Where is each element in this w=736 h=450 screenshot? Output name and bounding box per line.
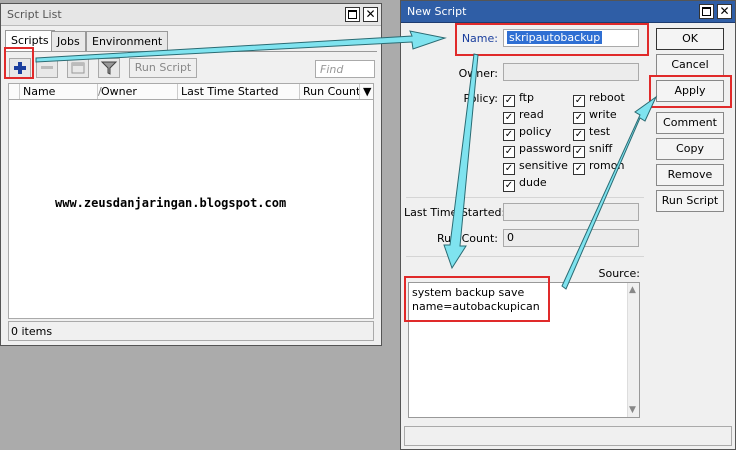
check-icon: ✓ [573,163,585,175]
new-script-status-bar [404,426,732,446]
remove-button[interactable]: Remove [656,164,724,186]
check-icon: ✓ [503,163,515,175]
column-owner[interactable]: Owner [97,84,177,99]
policy-ftp[interactable]: ✓ ftp [503,91,534,107]
script-list-titlebar[interactable]: Script List ✕ [1,4,381,26]
check-icon: ✓ [573,129,585,141]
filter-icon [100,61,118,75]
check-icon: ✓ [503,180,515,192]
owner-field[interactable] [503,63,639,81]
tab-divider [5,51,377,52]
close-icon[interactable]: ✕ [717,4,732,19]
owner-label: Owner: [458,67,498,80]
new-script-title: New Script [407,5,467,18]
check-icon: ✓ [503,146,515,158]
last-time-started-field[interactable] [503,203,639,221]
script-table-body[interactable]: www.zeusdanjaringan.blogspot.com [8,100,374,319]
copy-button[interactable] [67,58,89,78]
policy-policy[interactable]: ✓ policy [503,125,551,141]
column-flag[interactable] [9,84,19,99]
column-name[interactable]: Name [19,84,97,99]
remove-button[interactable] [36,58,58,78]
policy-password[interactable]: ✓ password [503,142,571,158]
policy-test[interactable]: ✓ test [573,125,610,141]
highlight-add-button [4,47,34,79]
cancel-button[interactable]: Cancel [656,54,724,76]
minus-icon [41,66,53,69]
highlight-source-text [404,276,550,322]
policy-sensitive[interactable]: ✓ sensitive [503,159,568,175]
tab-environment[interactable]: Environment [86,31,169,51]
highlight-apply-button [649,75,732,108]
check-icon: ✓ [503,129,515,141]
policy-label: Policy: [463,92,498,105]
watermark-text: www.zeusdanjaringan.blogspot.com [55,196,287,210]
policy-sniff[interactable]: ✓ sniff [573,142,612,158]
policy-read[interactable]: ✓ read [503,108,544,124]
scroll-down-icon[interactable]: ▼ [629,405,636,415]
ok-button[interactable]: OK [656,28,724,50]
copy-button[interactable]: Copy [656,138,724,160]
status-bar: 0 items [8,321,374,341]
run-script-button[interactable]: Run Script [129,58,197,78]
highlight-name-field [455,23,649,56]
maximize-icon[interactable] [345,7,360,22]
comment-button[interactable]: Comment [656,112,724,134]
policy-reboot[interactable]: ✓ reboot [573,91,625,107]
check-icon: ✓ [573,112,585,124]
copy-icon [71,62,85,74]
scroll-up-icon[interactable]: ▲ [629,285,636,295]
close-icon[interactable]: ✕ [363,7,378,22]
tab-jobs[interactable]: Jobs [51,31,86,51]
run-script-button[interactable]: Run Script [656,190,724,212]
check-icon: ✓ [503,112,515,124]
run-count-label: Run Count: [437,232,498,245]
policy-dude[interactable]: ✓ dude [503,176,547,192]
column-menu-icon[interactable]: ▼ [359,84,375,99]
column-run-count[interactable]: Run Count [299,84,360,99]
source-label: Source: [598,267,641,280]
script-table-header: Name / Owner Last Time Started Run Count… [8,83,374,100]
check-icon: ✓ [573,146,585,158]
column-last-time-started[interactable]: Last Time Started [177,84,299,99]
filter-button[interactable] [98,58,120,78]
source-scrollbar[interactable]: ▲ ▼ [627,283,639,417]
find-input[interactable]: Find [315,60,375,78]
script-list-window: Script List ✕ Scripts Jobs Environment R… [0,3,382,346]
last-time-started-label: Last Time Started: [404,206,506,219]
maximize-icon[interactable] [699,4,714,19]
check-icon: ✓ [573,95,585,107]
new-script-titlebar[interactable]: New Script ✕ [401,1,735,23]
script-list-title: Script List [7,8,62,21]
policy-write[interactable]: ✓ write [573,108,617,124]
policy-romon[interactable]: ✓ romon [573,159,624,175]
separator [406,256,644,257]
check-icon: ✓ [503,95,515,107]
run-count-field[interactable]: 0 [503,229,639,247]
separator [406,197,644,198]
